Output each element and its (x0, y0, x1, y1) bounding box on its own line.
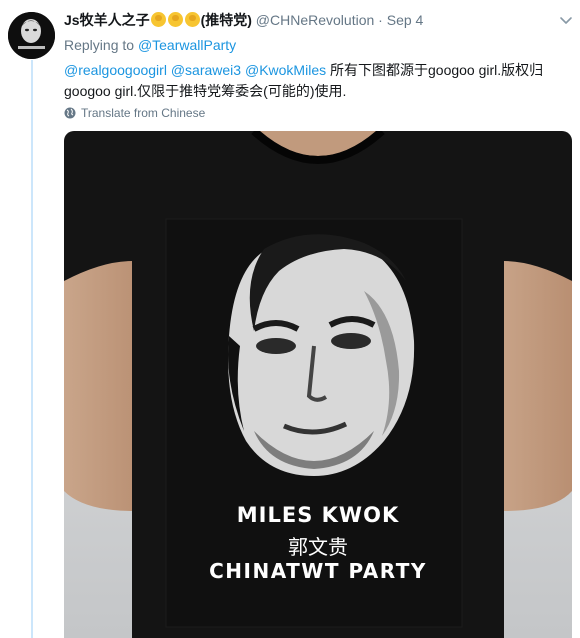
tweet-media-image[interactable]: MILES KWOK 郭文贵 CHINATWT PARTY (64, 131, 572, 638)
tweet-date[interactable]: Sep 4 (387, 12, 424, 28)
raised-fist-emoji-icon (167, 12, 183, 27)
translate-button[interactable]: Translate from Chinese (64, 106, 205, 120)
raised-fist-emoji-icon (184, 12, 200, 27)
reply-thread-line (31, 60, 33, 638)
replying-to: Replying to @TearwallParty (64, 37, 236, 53)
chevron-down-icon[interactable] (558, 12, 574, 28)
tweet-header: Js牧羊人之子 (推特党) @CHNeRevolution · Sep 4 (64, 10, 572, 32)
author-handle[interactable]: @CHNeRevolution (256, 12, 374, 28)
mention-link[interactable]: @realgoogoogirl (64, 62, 167, 78)
tweet-text-line1: 所有下图都源于googoo girl.版权归 (330, 62, 544, 78)
author-name[interactable]: Js牧羊人之子 (64, 12, 150, 28)
translate-label: Translate from Chinese (81, 106, 206, 120)
header-separator: · (378, 12, 383, 28)
shirt-text-name: MILES KWOK (236, 503, 400, 527)
tweet-text: @realgoogoogirl @sarawei3 @KwokMiles 所有下… (64, 60, 564, 102)
globe-icon (64, 107, 76, 119)
replying-to-link[interactable]: @TearwallParty (138, 37, 236, 53)
avatar[interactable] (8, 12, 55, 59)
shirt-text-chinese-name: 郭文贵 (288, 535, 348, 559)
shirt-text-party: CHINATWT PARTY (209, 559, 427, 583)
author-name-suffix[interactable]: (推特党) (201, 12, 252, 28)
tweet-text-line2: googoo girl.仅限于推特党筹委会(可能的)使用. (64, 83, 347, 99)
mention-link[interactable]: @KwokMiles (245, 62, 326, 78)
raised-fist-emoji-icon (150, 12, 166, 27)
replying-prefix: Replying to (64, 37, 135, 53)
avatar-image (8, 12, 55, 59)
mention-link[interactable]: @sarawei3 (171, 62, 241, 78)
